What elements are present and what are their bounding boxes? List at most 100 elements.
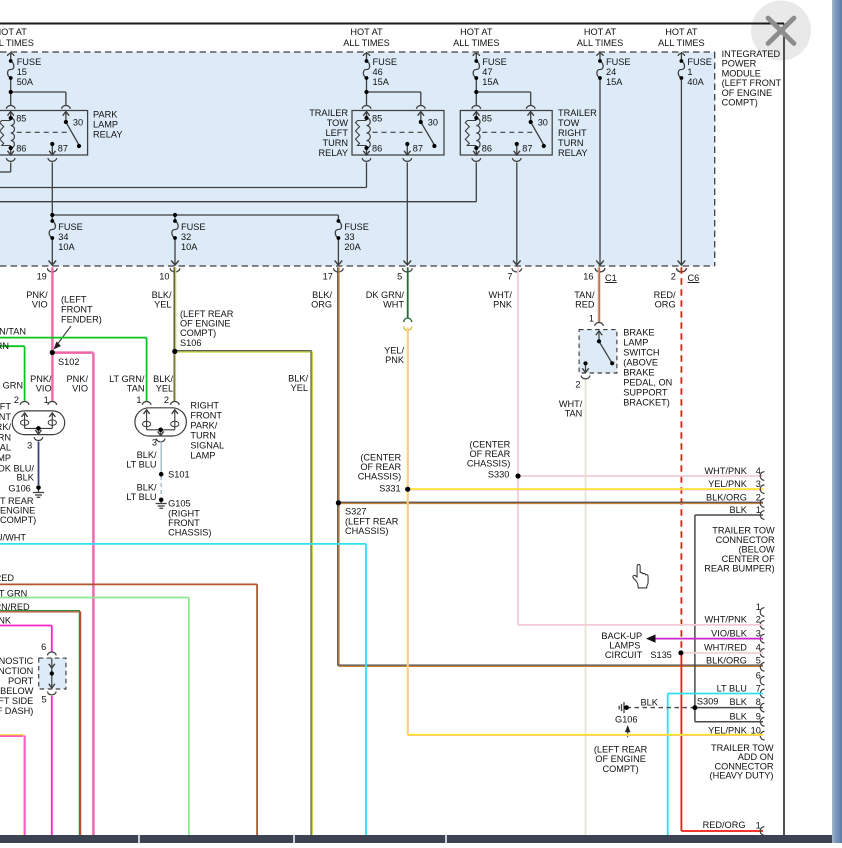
svg-text:85: 85 (16, 114, 26, 124)
svg-text:1: 1 (136, 395, 141, 405)
svg-text:1: 1 (756, 505, 761, 515)
svg-text:GRN/TAN: GRN/TAN (0, 327, 26, 337)
svg-text:SIGNAL: SIGNAL (190, 441, 224, 451)
svg-text:PARK/: PARK/ (0, 422, 11, 432)
svg-text:S327: S327 (345, 507, 366, 517)
svg-text:WHT: WHT (383, 300, 404, 310)
svg-text:87: 87 (522, 144, 532, 154)
svg-text:S101: S101 (168, 470, 189, 480)
svg-text:47: 47 (482, 67, 492, 77)
svg-text:3: 3 (756, 479, 761, 489)
svg-text:HOT AT: HOT AT (350, 27, 383, 37)
svg-text:NOSTIC: NOSTIC (0, 656, 34, 666)
svg-text:LEFT: LEFT (0, 402, 11, 412)
svg-text:OF REAR: OF REAR (469, 449, 510, 459)
svg-text:CIRCUIT: CIRCUIT (605, 650, 643, 660)
svg-text:CHASSIS): CHASSIS) (358, 472, 401, 482)
svg-text:COMPT): COMPT) (0, 515, 36, 525)
svg-text:YEL: YEL (156, 384, 173, 394)
svg-text:VIO: VIO (32, 300, 48, 310)
svg-text:30: 30 (73, 118, 83, 128)
svg-text:3: 3 (27, 441, 32, 451)
svg-text:5: 5 (41, 695, 46, 705)
svg-text:FUSE: FUSE (373, 57, 398, 67)
svg-text:BLK/: BLK/ (152, 290, 172, 300)
svg-text:(BELOW: (BELOW (0, 686, 34, 696)
svg-text:6: 6 (756, 671, 761, 681)
svg-text:RN/RED: RN/RED (0, 602, 30, 612)
svg-text:(CENTER: (CENTER (469, 439, 510, 449)
svg-text:3: 3 (756, 628, 761, 638)
svg-text:CHASSIS): CHASSIS) (345, 526, 388, 536)
svg-text:LAMPS: LAMPS (609, 640, 640, 650)
svg-text:LAMP: LAMP (623, 338, 648, 348)
svg-text:RELAY: RELAY (558, 148, 587, 158)
svg-text:10A: 10A (181, 242, 198, 252)
svg-text:SIGNAL: SIGNAL (0, 443, 11, 453)
svg-text:8: 8 (756, 697, 761, 707)
svg-text:GRN: GRN (3, 381, 23, 391)
svg-text:BRAKE: BRAKE (623, 328, 654, 338)
svg-text:TAN/: TAN/ (574, 290, 595, 300)
svg-text:17: 17 (323, 272, 333, 282)
svg-text:RIGHT: RIGHT (190, 401, 219, 411)
svg-text:ALL TIMES: ALL TIMES (658, 38, 704, 48)
svg-text:TURN: TURN (0, 432, 11, 442)
svg-text:CHASSIS): CHASSIS) (467, 459, 510, 469)
svg-text:1: 1 (44, 395, 49, 405)
svg-text:REAR BUMPER): REAR BUMPER) (704, 564, 774, 574)
svg-text:2: 2 (756, 493, 761, 503)
svg-text:TOW: TOW (558, 118, 580, 128)
svg-text:G106: G106 (8, 484, 30, 494)
svg-text:(RIGHT: (RIGHT (168, 509, 200, 519)
svg-text:15A: 15A (482, 77, 499, 87)
svg-text:34: 34 (58, 232, 68, 242)
svg-text:85: 85 (372, 114, 382, 124)
svg-text:LAMP: LAMP (93, 120, 118, 130)
svg-text:4: 4 (756, 466, 761, 476)
svg-text:87: 87 (413, 144, 423, 154)
svg-text:4: 4 (756, 643, 761, 653)
svg-text:PNK/: PNK/ (67, 374, 89, 384)
svg-text:CHASSIS): CHASSIS) (168, 528, 211, 538)
svg-text:15: 15 (17, 67, 27, 77)
svg-text:WHT/: WHT/ (489, 290, 513, 300)
svg-text:FT SIDE: FT SIDE (0, 696, 33, 706)
svg-text:MODULE: MODULE (722, 68, 761, 78)
svg-text:5: 5 (397, 272, 402, 282)
svg-text:46: 46 (373, 67, 383, 77)
svg-text:WHT/: WHT/ (559, 399, 583, 409)
svg-text:FUSE: FUSE (687, 57, 712, 67)
svg-text:S135: S135 (650, 650, 671, 660)
svg-text:FUSE: FUSE (482, 57, 507, 67)
svg-text:FUSE: FUSE (181, 222, 206, 232)
svg-text:LT BLU: LT BLU (126, 460, 156, 470)
svg-text:INTEGRATED: INTEGRATED (722, 49, 781, 59)
svg-text:(HEAVY DUTY): (HEAVY DUTY) (710, 771, 774, 781)
svg-text:FENDER): FENDER) (61, 315, 102, 325)
svg-text:YEL/PNK: YEL/PNK (708, 479, 748, 489)
svg-text:PARK: PARK (93, 110, 118, 120)
svg-text:5: 5 (756, 656, 761, 666)
svg-text:BLK/: BLK/ (312, 290, 332, 300)
svg-text:(CENTER: (CENTER (360, 452, 401, 462)
svg-text:DK GRN/: DK GRN/ (366, 290, 405, 300)
svg-text:BLK/: BLK/ (137, 483, 157, 493)
svg-text:(ABOVE: (ABOVE (623, 358, 658, 368)
svg-text:19: 19 (37, 272, 47, 282)
svg-text:ALL TIMES: ALL TIMES (0, 38, 34, 48)
svg-text:30: 30 (428, 118, 438, 128)
svg-text:C1: C1 (605, 273, 617, 283)
svg-text:TRAILER: TRAILER (309, 108, 348, 118)
svg-text:G105: G105 (168, 499, 190, 509)
svg-text:ALL TIMES: ALL TIMES (343, 38, 389, 48)
svg-text:LT GRN/: LT GRN/ (109, 374, 145, 384)
svg-text:YEL: YEL (154, 300, 171, 310)
svg-text:30: 30 (538, 118, 548, 128)
svg-text:BLK: BLK (730, 505, 748, 515)
svg-text:BLK: BLK (730, 712, 748, 722)
svg-text:LT BLU: LT BLU (126, 492, 156, 502)
svg-text:RED/: RED/ (654, 290, 676, 300)
svg-text:S102: S102 (58, 357, 79, 367)
svg-text:32: 32 (181, 232, 191, 242)
